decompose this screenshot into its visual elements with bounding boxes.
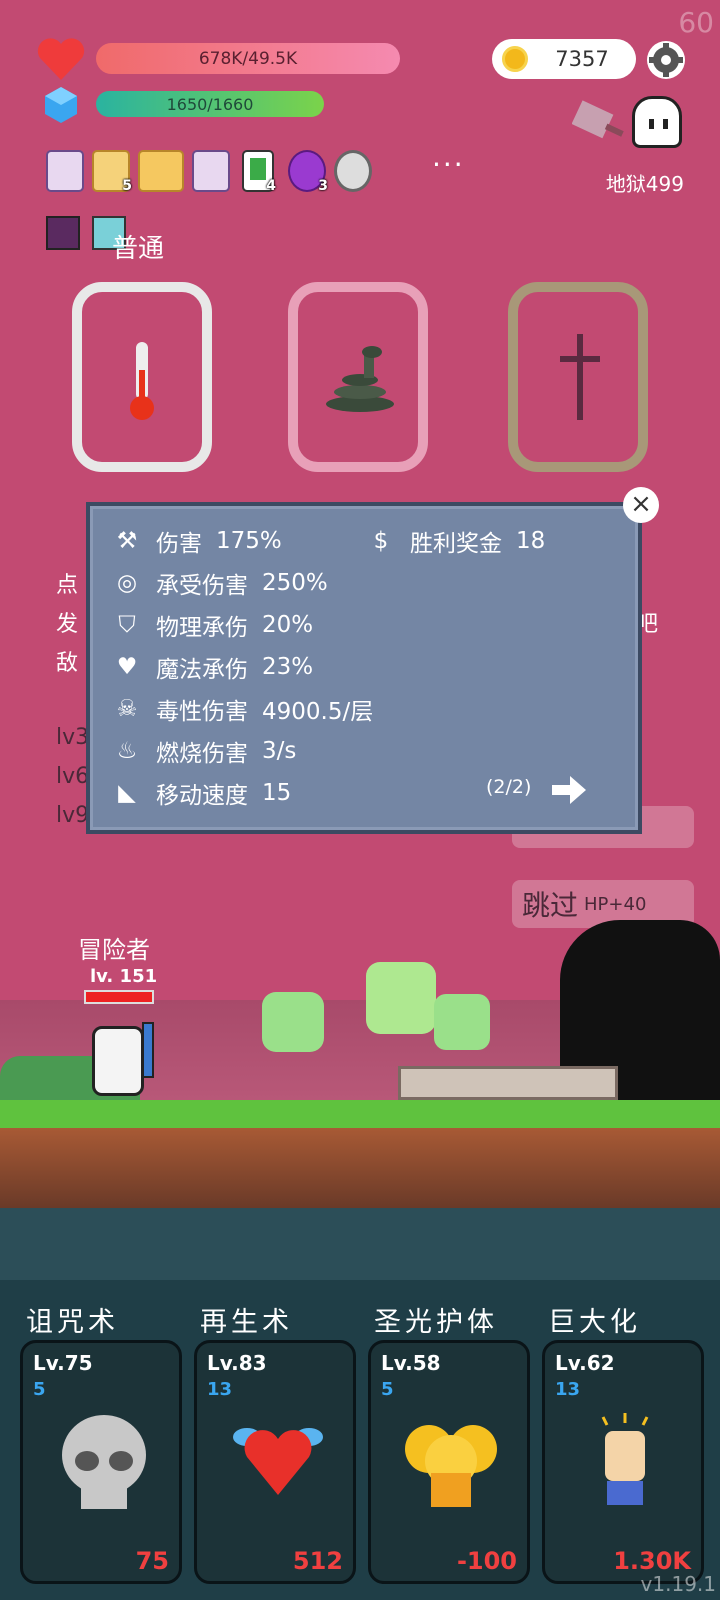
- green-book-icon[interactable]: 4: [242, 150, 276, 194]
- mp-bar: 1650/1660: [96, 91, 324, 117]
- stat-row-speed: ◣ 移动速度 15: [112, 776, 291, 810]
- skill-card-curse[interactable]: Lv.75 5 75: [20, 1340, 182, 1584]
- skip-label: 跳过: [522, 889, 579, 922]
- hp-bar: 678K/49.5K: [96, 43, 400, 74]
- target-icon: ◎: [116, 570, 138, 596]
- stat-row-physical: ⛉ 物理承伤 20%: [112, 608, 313, 642]
- skill-card-holy-shield[interactable]: Lv.58 5 -100: [368, 1340, 530, 1584]
- crystal-icon: [45, 87, 77, 123]
- stage-label: 地狱499: [605, 172, 684, 196]
- difficulty-label: 普通: [112, 234, 165, 264]
- money-bag-icon: $: [373, 528, 389, 554]
- water: [0, 1208, 720, 1280]
- axe-icon: ⚒: [116, 528, 138, 554]
- next-page-arrow-icon[interactable]: [552, 774, 588, 806]
- skill-name: 再生术: [200, 1307, 293, 1338]
- ghost-icon[interactable]: [632, 96, 682, 148]
- more-buffs-button[interactable]: ···: [432, 148, 465, 181]
- settings-gear-icon[interactable]: [646, 40, 686, 80]
- boot-icon: ◣: [118, 780, 136, 806]
- tree: [366, 962, 436, 1034]
- fire-icon: ♨: [116, 738, 138, 764]
- skip-bonus: HP+40: [584, 893, 647, 915]
- gold-counter: 7357: [492, 39, 636, 79]
- skill-name: 巨大化: [548, 1307, 641, 1338]
- tree: [434, 994, 490, 1050]
- compass-icon[interactable]: [334, 150, 372, 192]
- snake-icon: [326, 346, 394, 412]
- treasure-map-icon[interactable]: [138, 150, 184, 192]
- stat-row-poison: ☠ 毒性伤害 4900.5/层: [112, 692, 374, 726]
- scroll-card-icon[interactable]: [192, 150, 230, 192]
- dirt: [0, 1128, 720, 1208]
- hero-hp-bar: [84, 990, 154, 1004]
- page-indicator: (2/2): [486, 776, 532, 798]
- stat-row-damage: ⚒ 伤害 175%: [112, 524, 282, 558]
- shield-icon: ⛉: [118, 612, 136, 638]
- skill-name: 圣光护体: [374, 1307, 498, 1338]
- potion-icon[interactable]: 3: [288, 150, 328, 194]
- fence: [398, 1066, 618, 1100]
- thermometer-icon: [130, 342, 154, 420]
- heart-shield-icon: ♥: [116, 654, 138, 680]
- tree: [262, 992, 324, 1052]
- cross-icon: [560, 334, 600, 420]
- card-snake[interactable]: [288, 282, 428, 472]
- card-thermometer[interactable]: [72, 282, 212, 472]
- version-label: v1.19.1: [640, 1572, 716, 1596]
- horned-skull-icon: ☠: [116, 696, 138, 722]
- skill-name: 诅咒术: [26, 1307, 119, 1338]
- skull-icon: [62, 1415, 146, 1509]
- sword-icon: [142, 1022, 154, 1078]
- grass: [0, 1100, 720, 1128]
- tutorial-text-left: 点发敌: [56, 573, 79, 676]
- close-button[interactable]: ×: [623, 487, 659, 523]
- heart-icon: [37, 38, 85, 80]
- fist-icon: [601, 1413, 649, 1505]
- card-cross[interactable]: [508, 282, 648, 472]
- golden-shield-icon: [405, 1425, 497, 1507]
- scroll-card-icon[interactable]: [46, 150, 84, 192]
- winged-heart-icon: [233, 1428, 323, 1495]
- stat-row-reward: $ 胜利奖金 18: [366, 524, 546, 558]
- stat-row-magic: ♥ 魔法承伤 23%: [112, 650, 313, 684]
- fps-counter: 60: [678, 6, 714, 39]
- stat-row-damage-taken: ◎ 承受伤害 250%: [112, 566, 328, 600]
- gold-value: 7357: [555, 47, 609, 71]
- level-list: lv3 lv6 lv9: [56, 725, 90, 828]
- coin-icon: [502, 46, 528, 72]
- hero-name: 冒险者: [78, 936, 150, 964]
- parchment-icon[interactable]: 5: [92, 150, 132, 194]
- demon-buff-icon[interactable]: [46, 216, 80, 250]
- stat-row-burn: ♨ 燃烧伤害 3/s: [112, 734, 297, 768]
- cleaver-icon[interactable]: [572, 98, 628, 146]
- skill-card-enlarge[interactable]: Lv.62 13 1.30K: [542, 1340, 704, 1584]
- skill-card-regen[interactable]: Lv.83 13 512: [194, 1340, 356, 1584]
- stats-panel: ⚒ 伤害 175% ◎ 承受伤害 250% ⛉ 物理承伤 20% ♥ 魔法承伤 23% ☠ 毒性伤…: [86, 502, 642, 834]
- hero-level: lv. 151: [90, 966, 158, 987]
- knight-hero[interactable]: [92, 1026, 144, 1096]
